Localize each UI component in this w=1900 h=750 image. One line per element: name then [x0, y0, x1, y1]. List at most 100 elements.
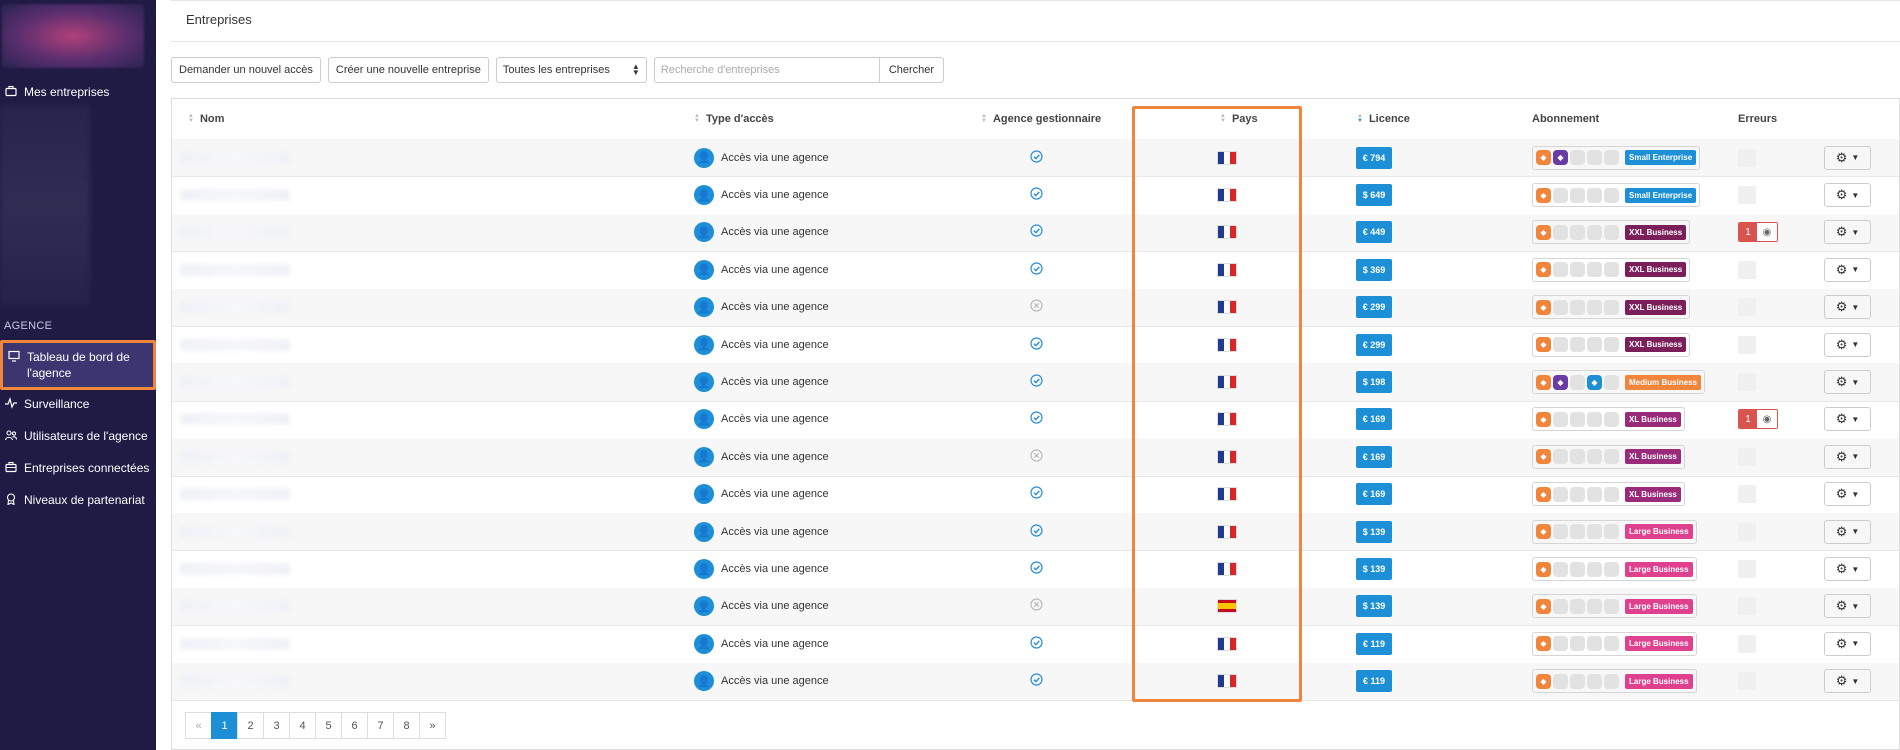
company-filter-select[interactable]: Toutes les entreprises ▲ ▼	[495, 57, 647, 83]
subscription-box[interactable]: ◆ Large Business	[1532, 557, 1697, 582]
subscription-box[interactable]: ◆ Large Business	[1532, 631, 1697, 656]
pagination-page-3[interactable]: 3	[263, 712, 290, 739]
row-actions-button[interactable]: ⚙ ▼	[1824, 145, 1871, 170]
create-company-button[interactable]: Créer une nouvelle entreprise	[327, 57, 489, 83]
table-row[interactable]: 👤 Accès via une agence € 299 ◆ XXL Busin…	[172, 326, 1899, 365]
company-name-cell[interactable]	[180, 289, 290, 326]
row-actions-button[interactable]: ⚙ ▼	[1824, 519, 1871, 544]
subscription-box[interactable]: ◆ XL Business	[1532, 482, 1685, 507]
pagination-page-6[interactable]: 6	[341, 712, 368, 739]
row-actions-button[interactable]: ⚙ ▼	[1824, 669, 1871, 694]
row-actions-button[interactable]: ⚙ ▼	[1824, 631, 1871, 656]
pagination-page-7[interactable]: 7	[367, 712, 394, 739]
subscription-box[interactable]: ◆ ◆ Small Enterprise	[1532, 145, 1701, 170]
sidebar-item-partnership-levels[interactable]: Niveaux de partenariat	[0, 492, 156, 508]
row-actions-button[interactable]: ⚙ ▼	[1824, 332, 1871, 357]
company-name-cell[interactable]	[180, 476, 290, 513]
company-name-cell[interactable]	[180, 214, 290, 251]
row-actions-button[interactable]: ⚙ ▼	[1824, 482, 1871, 507]
pagination-page-4[interactable]: 4	[289, 712, 316, 739]
subscription-box[interactable]: ◆ Large Business	[1532, 594, 1697, 619]
pagination-prev-button[interactable]: «	[185, 712, 212, 739]
sidebar-item-my-companies[interactable]: Mes entreprises	[0, 84, 156, 100]
company-name-cell[interactable]	[180, 251, 290, 288]
table-row[interactable]: 👤 Accès via une agence $ 139 ◆ Large Bus…	[172, 513, 1899, 552]
table-row[interactable]: 👤 Accès via une agence € 119 ◆ Large Bus…	[172, 662, 1899, 701]
pagination-page-8[interactable]: 8	[393, 712, 420, 739]
sidebar-item-agency-dashboard[interactable]: Tableau de bord de l'agence	[0, 340, 156, 390]
table-row[interactable]: 👤 Accès via une agence € 794 ◆ ◆ Small En…	[172, 139, 1899, 178]
subscription-cell[interactable]: ◆ Large Business	[1532, 550, 1697, 587]
company-name-cell[interactable]	[180, 513, 290, 550]
table-row[interactable]: 👤 Accès via une agence € 169 ◆ XL Busine…	[172, 401, 1899, 440]
table-row[interactable]: 👤 Accès via une agence $ 139 ◆ Large Bus…	[172, 587, 1899, 627]
subscription-box[interactable]: ◆ Large Business	[1532, 669, 1697, 694]
column-header-country[interactable]: ▲ ▼ Pays	[1220, 113, 1258, 125]
subscription-cell[interactable]: ◆ XXL Business	[1532, 251, 1691, 288]
row-actions-button[interactable]: ⚙ ▼	[1824, 557, 1871, 582]
subscription-box[interactable]: ◆ XXL Business	[1532, 220, 1691, 245]
pagination-page-1[interactable]: 1	[211, 712, 238, 739]
row-actions-button[interactable]: ⚙ ▼	[1824, 594, 1871, 619]
sidebar-item-connected-companies[interactable]: Entreprises connectées	[0, 460, 156, 476]
table-row[interactable]: 👤 Accès via une agence € 119 ◆ Large Bus…	[172, 625, 1899, 664]
table-row[interactable]: 👤 Accès via une agence $ 369 ◆ XXL Busin…	[172, 251, 1899, 290]
pagination-page-2[interactable]: 2	[237, 712, 264, 739]
subscription-cell[interactable]: ◆ Large Business	[1532, 588, 1697, 625]
company-name-cell[interactable]	[180, 663, 290, 700]
subscription-cell[interactable]: ◆ XXL Business	[1532, 214, 1691, 251]
pagination-page-5[interactable]: 5	[315, 712, 342, 739]
subscription-cell[interactable]: ◆ XXL Business	[1532, 289, 1691, 326]
subscription-cell[interactable]: ◆ Large Business	[1532, 663, 1697, 700]
subscription-cell[interactable]: ◆ Small Enterprise	[1532, 176, 1701, 213]
subscription-box[interactable]: ◆ XL Business	[1532, 444, 1685, 469]
table-row[interactable]: 👤 Accès via une agence € 169 ◆ XL Busine…	[172, 438, 1899, 477]
subscription-cell[interactable]: ◆ XL Business	[1532, 476, 1685, 513]
subscription-cell[interactable]: ◆ XXL Business	[1532, 326, 1691, 363]
pagination-next-button[interactable]: »	[419, 712, 446, 739]
error-indicator[interactable]: 1 ◉	[1738, 222, 1778, 243]
subscription-cell[interactable]: ◆ ◆ ◆ Medium Business	[1532, 363, 1706, 400]
column-header-access-type[interactable]: ▲ ▼ Type d'accès	[694, 113, 774, 125]
company-logo[interactable]	[2, 4, 144, 68]
company-name-cell[interactable]	[180, 588, 290, 625]
column-header-name[interactable]: ▲ ▼ Nom	[188, 113, 224, 125]
row-actions-button[interactable]: ⚙ ▼	[1824, 370, 1871, 395]
row-actions-button[interactable]: ⚙ ▼	[1824, 257, 1871, 282]
search-button[interactable]: Chercher	[878, 57, 945, 83]
subscription-cell[interactable]: ◆ Large Business	[1532, 513, 1697, 550]
error-indicator[interactable]: 1 ◉	[1738, 409, 1778, 430]
table-row[interactable]: 👤 Accès via une agence € 169 ◆ XL Busine…	[172, 476, 1899, 514]
table-row[interactable]: 👤 Accès via une agence $ 198 ◆ ◆ ◆ Medium …	[172, 363, 1899, 402]
request-access-button[interactable]: Demander un nouvel accès	[171, 57, 321, 83]
eye-icon[interactable]: ◉	[1757, 223, 1777, 242]
company-name-cell[interactable]	[180, 401, 290, 438]
sidebar-item-agency-users[interactable]: Utilisateurs de l'agence	[0, 428, 156, 444]
company-name-cell[interactable]	[180, 326, 290, 363]
subscription-box[interactable]: ◆ Small Enterprise	[1532, 183, 1701, 208]
company-name-cell[interactable]	[180, 550, 290, 587]
table-row[interactable]: 👤 Accès via une agence € 299 ◆ XXL Busin…	[172, 288, 1899, 327]
company-name-cell[interactable]	[180, 438, 290, 475]
subscription-box[interactable]: ◆ XXL Business	[1532, 295, 1691, 320]
company-name-cell[interactable]	[180, 176, 290, 213]
subscription-box[interactable]: ◆ XL Business	[1532, 407, 1685, 432]
row-actions-button[interactable]: ⚙ ▼	[1824, 220, 1871, 245]
eye-icon[interactable]: ◉	[1757, 410, 1777, 429]
sidebar-item-surveillance[interactable]: Surveillance	[0, 396, 156, 412]
subscription-box[interactable]: ◆ ◆ ◆ Medium Business	[1532, 370, 1706, 395]
company-name-cell[interactable]	[180, 363, 290, 400]
subscription-cell[interactable]: ◆ XL Business	[1532, 438, 1685, 475]
table-row[interactable]: 👤 Accès via une agence $ 649 ◆ Small Ent…	[172, 176, 1899, 215]
table-row[interactable]: 👤 Accès via une agence $ 139 ◆ Large Bus…	[172, 550, 1899, 589]
subscription-box[interactable]: ◆ Large Business	[1532, 519, 1697, 544]
company-name-cell[interactable]	[180, 139, 290, 176]
row-actions-button[interactable]: ⚙ ▼	[1824, 183, 1871, 208]
subscription-box[interactable]: ◆ XXL Business	[1532, 257, 1691, 282]
company-search-input[interactable]: Recherche d'entreprises	[653, 57, 879, 83]
company-name-cell[interactable]	[180, 625, 290, 662]
subscription-cell[interactable]: ◆ XL Business	[1532, 401, 1685, 438]
subscription-cell[interactable]: ◆ Large Business	[1532, 625, 1697, 662]
row-actions-button[interactable]: ⚙ ▼	[1824, 407, 1871, 432]
column-header-licence[interactable]: ▲ ▼ Licence	[1357, 113, 1410, 125]
